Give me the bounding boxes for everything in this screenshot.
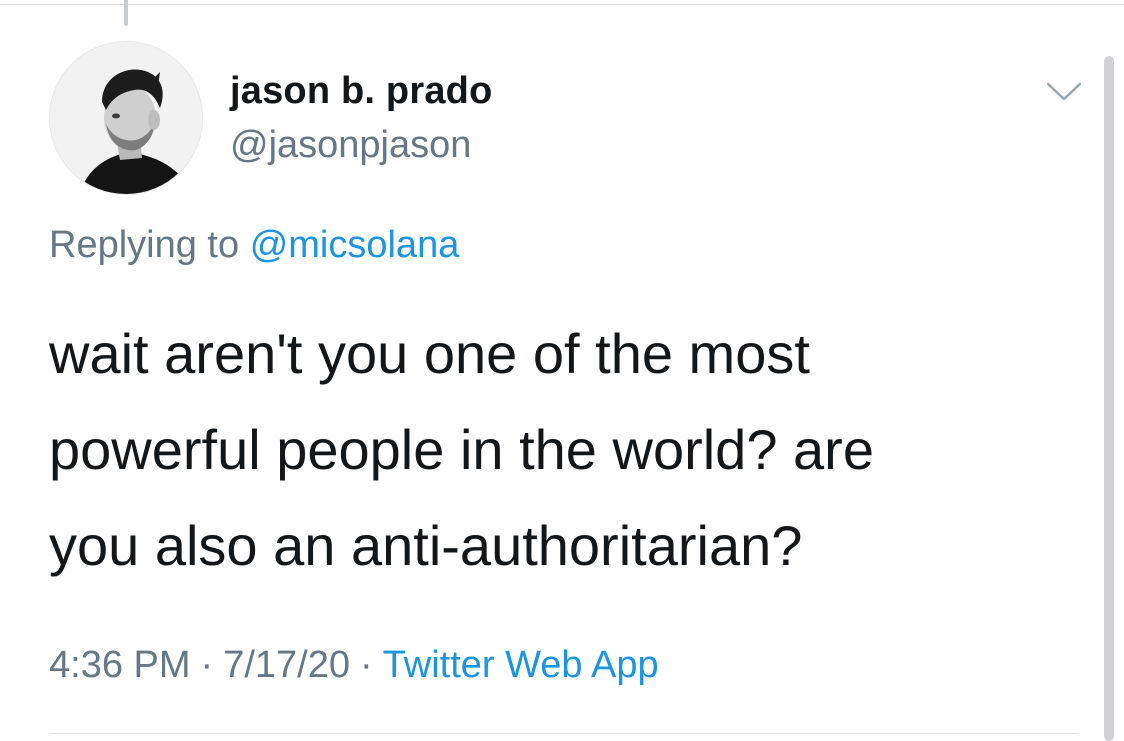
- tweet-time[interactable]: 4:36 PM: [49, 644, 191, 686]
- thread-connector-line: [124, 0, 128, 26]
- separator-dot: ·: [359, 644, 373, 686]
- tweet-page: jason b. prado @jasonpjason Replying to …: [0, 0, 1124, 741]
- chevron-down-icon: [1046, 82, 1082, 101]
- tweet-source-link[interactable]: Twitter Web App: [383, 644, 659, 686]
- replying-to-label: Replying to: [49, 224, 240, 266]
- tweet-date[interactable]: 7/17/20: [223, 644, 350, 686]
- tweet-text-line: you also an anti-authoritarian?: [49, 514, 803, 577]
- bottom-divider: [49, 733, 1079, 734]
- replying-to-mention-link[interactable]: @micsolana: [250, 224, 460, 266]
- display-name[interactable]: jason b. prado: [230, 70, 493, 113]
- separator-dot: ·: [200, 644, 214, 686]
- tweet-metadata: 4:36 PM · 7/17/20 · Twitter Web App: [49, 644, 659, 687]
- avatar-photo-icon: [50, 42, 202, 194]
- tweet-text: wait aren't you one of the most powerful…: [49, 306, 1049, 594]
- top-divider: [0, 4, 1124, 5]
- tweet-text-line: wait aren't you one of the most: [49, 322, 810, 385]
- scrollbar-thumb[interactable]: [1104, 56, 1114, 741]
- replying-to-line: Replying to @micsolana: [49, 224, 459, 267]
- user-handle[interactable]: @jasonpjason: [230, 124, 471, 167]
- tweet-text-line: powerful people in the world? are: [49, 418, 874, 481]
- avatar[interactable]: [49, 41, 203, 195]
- more-options-button[interactable]: [1042, 74, 1086, 110]
